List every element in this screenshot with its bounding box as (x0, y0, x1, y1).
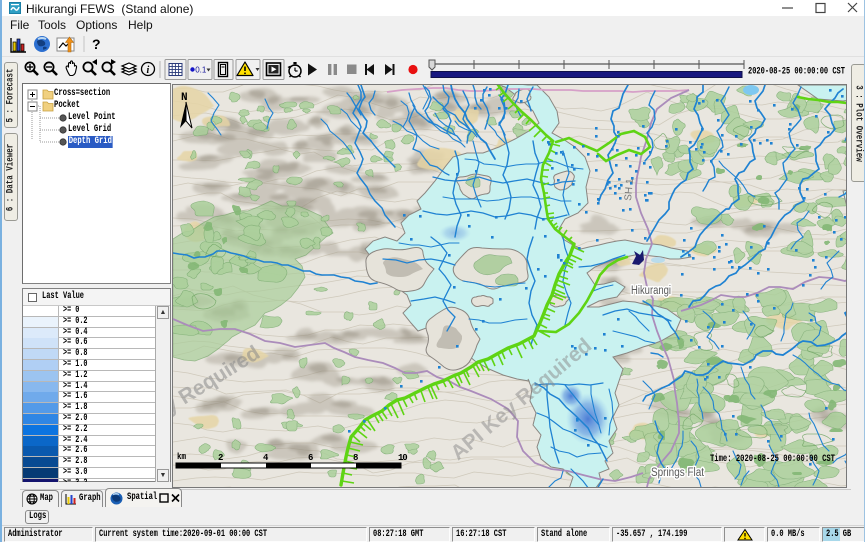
svg-text:i: i (147, 65, 150, 76)
svg-text:km: km (177, 452, 186, 462)
svg-text:10: 10 (398, 453, 407, 463)
svg-text:Springs Flat: Springs Flat (651, 467, 705, 479)
svg-text:Time: 2020-08-25 00:00:00 CST: Time: 2020-08-25 00:00:00 CST (710, 453, 835, 465)
svg-text:?: ? (92, 36, 101, 52)
svg-text:Hikurangi: Hikurangi (631, 285, 671, 297)
svg-text:2020-08-25 00:00:00 CST: 2020-08-25 00:00:00 CST (748, 66, 845, 78)
svg-text:0.1: 0.1 (195, 66, 207, 75)
svg-text:N: N (181, 92, 188, 104)
svg-text:SH 1: SH 1 (623, 178, 636, 202)
